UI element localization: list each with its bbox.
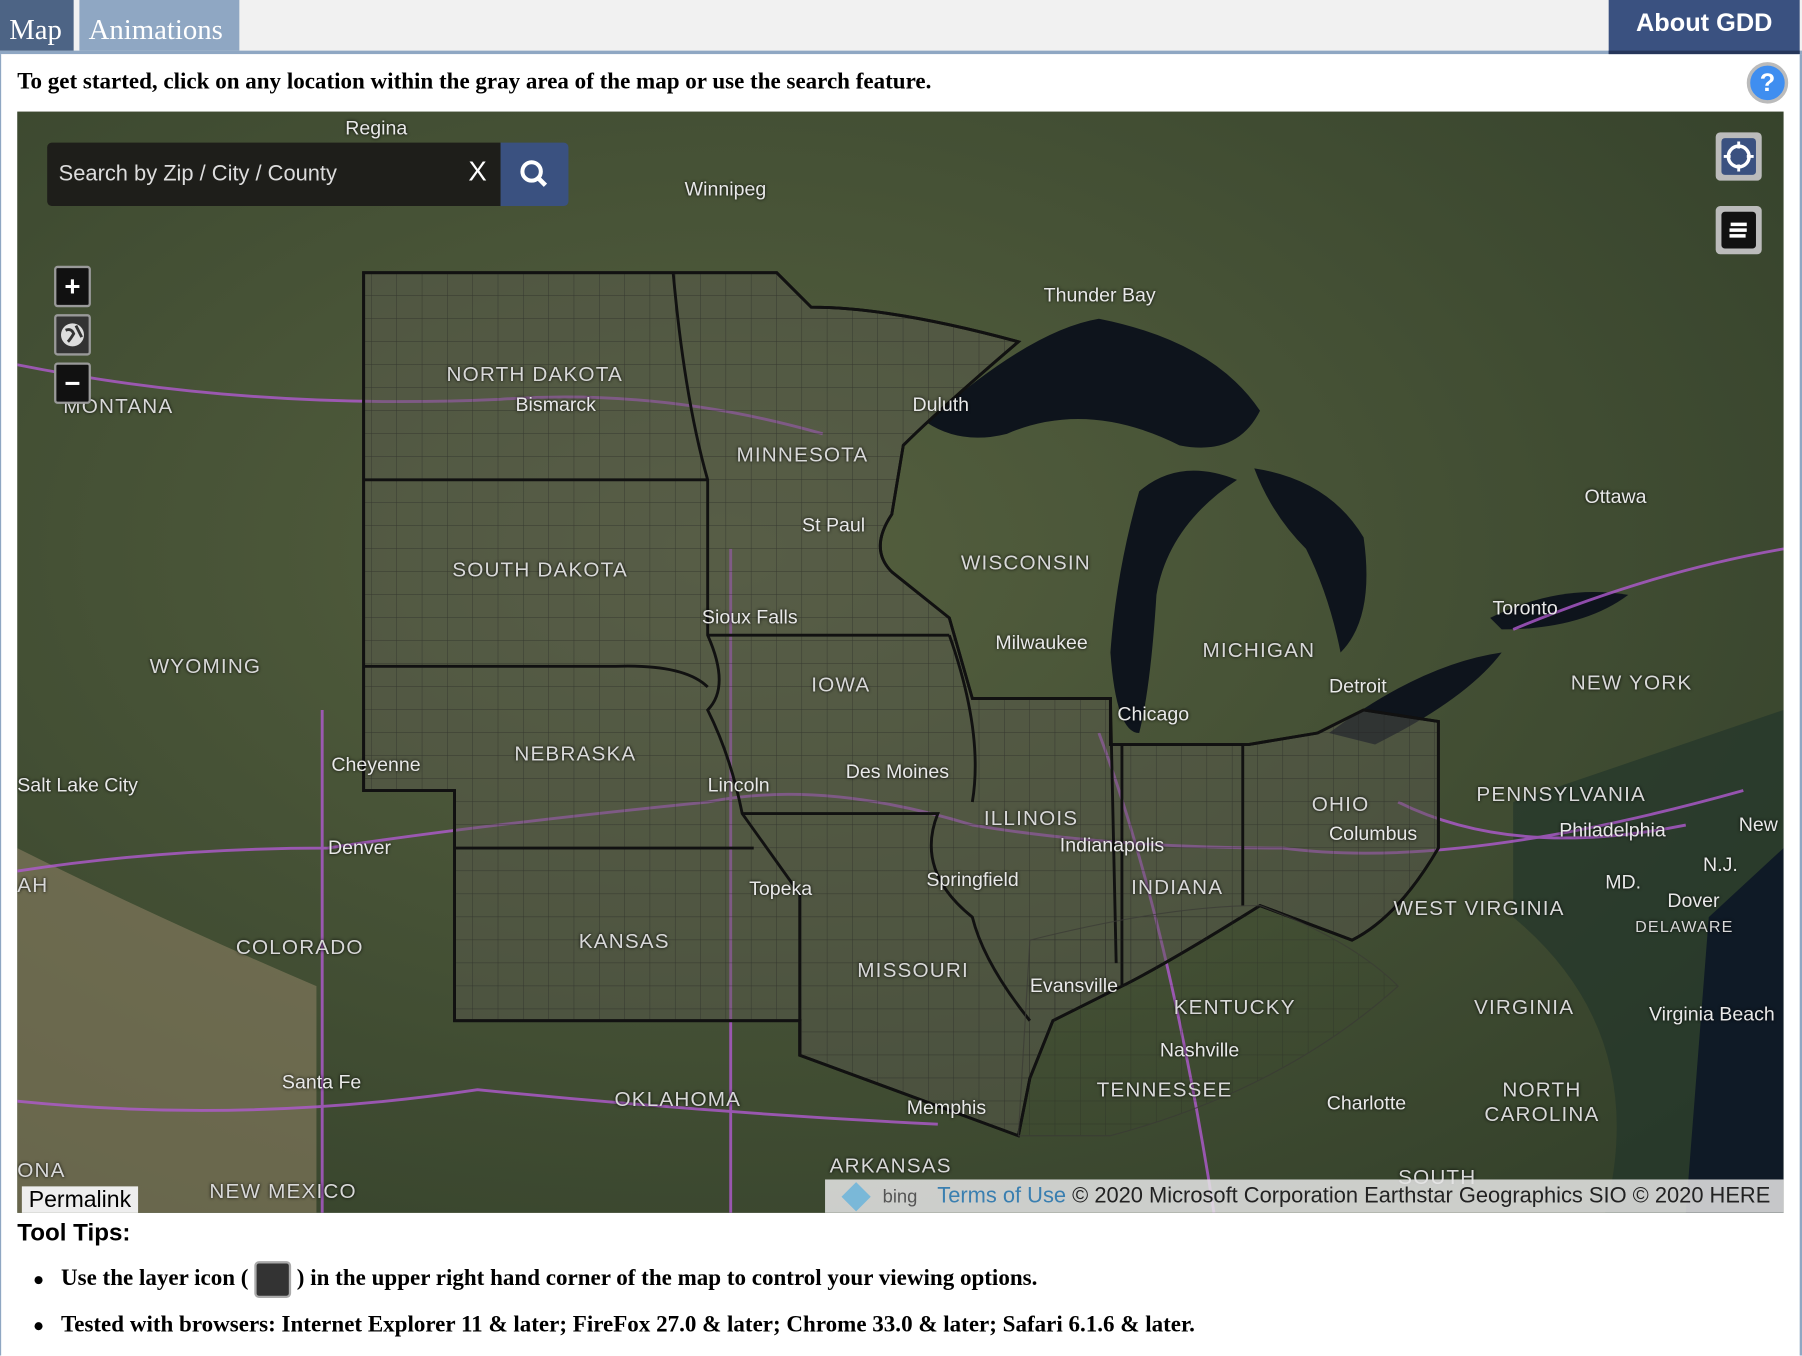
state-label: VIRGINIA <box>1474 995 1575 1019</box>
city-label: Memphis <box>906 1096 987 1119</box>
tip-text: Tested with browsers: Internet Explorer … <box>60 1311 1195 1338</box>
zoom-in-button[interactable]: + <box>54 265 91 308</box>
state-label: WEST VIRGINIA <box>1393 896 1565 920</box>
state-label: OKLAHOMA <box>614 1087 742 1111</box>
city-label: Philadelphia <box>1559 819 1666 842</box>
terms-of-use-link[interactable]: Terms of Use <box>937 1184 1066 1208</box>
zoom-out-button[interactable]: − <box>54 362 91 404</box>
permalink-link[interactable]: Permalink <box>21 1186 138 1213</box>
search-button[interactable] <box>500 142 569 206</box>
city-label: Des Moines <box>845 760 950 783</box>
state-label: DELAWARE <box>1635 917 1734 936</box>
tab-map[interactable]: Map <box>0 0 74 51</box>
intro-text: To get started, click on any location wi… <box>17 69 932 95</box>
layers-icon <box>254 1261 292 1298</box>
state-label: WYOMING <box>149 654 262 678</box>
state-label: NORTH CAROLINA <box>1484 1078 1600 1126</box>
bullet <box>34 1275 43 1284</box>
state-label: ILLINOIS <box>983 806 1079 830</box>
state-label: WISCONSIN <box>960 551 1091 575</box>
state-label: MISSOURI <box>857 958 969 982</box>
copyright-text: © 2020 Microsoft Corporation Earthstar G… <box>1072 1184 1771 1209</box>
layers-button[interactable] <box>1715 205 1762 255</box>
tool-tip-item: Tested with browsers: Internet Explorer … <box>34 1311 1195 1338</box>
city-label: N.J. <box>1703 853 1738 876</box>
city-label: Columbus <box>1329 822 1418 845</box>
state-label: COLORADO <box>235 935 364 959</box>
city-label: Topeka <box>749 877 813 900</box>
state-label: ARKANSAS <box>829 1154 952 1178</box>
tool-tip-item: Use the layer icon ( ) in the upper righ… <box>34 1261 1038 1298</box>
state-label: KANSAS <box>578 929 670 953</box>
state-label: MICHIGAN <box>1202 638 1316 662</box>
clear-search-button[interactable]: X <box>468 156 486 188</box>
search-icon <box>520 160 548 187</box>
city-label: Salt Lake City <box>17 774 138 797</box>
state-label: NEBRASKA <box>514 742 637 766</box>
layers-icon <box>1729 222 1747 238</box>
city-label: Detroit <box>1329 675 1387 698</box>
tab-animations[interactable]: Animations <box>79 0 240 51</box>
tool-tips-title: Tool Tips: <box>17 1219 131 1247</box>
city-label: Cheyenne <box>331 753 421 776</box>
state-label: NEW MEXICO <box>209 1179 357 1203</box>
city-label: Santa Fe <box>281 1071 362 1094</box>
city-label: Ottawa <box>1584 485 1647 508</box>
locate-button[interactable] <box>1715 132 1762 181</box>
tip-text: ) in the upper right hand corner of the … <box>296 1265 1038 1291</box>
city-label: Denver <box>327 836 392 859</box>
city-label: Charlotte <box>1326 1092 1407 1114</box>
state-label: KENTUCKY <box>1173 995 1296 1019</box>
city-label: Lincoln <box>707 774 770 797</box>
state-label: OHIO <box>1311 792 1370 816</box>
state-label: ONA <box>17 1158 66 1182</box>
city-label: Milwaukee <box>995 631 1088 654</box>
globe-icon <box>60 323 85 347</box>
tip-text: Use the layer icon ( <box>60 1265 249 1291</box>
city-label: Toronto <box>1492 597 1558 620</box>
state-label: IOWA <box>811 673 871 697</box>
globe-reset-button[interactable] <box>54 314 91 356</box>
city-label: Bismarck <box>515 393 596 416</box>
state-label: MINNESOTA <box>736 443 869 467</box>
city-label: Virginia Beach <box>1648 1003 1775 1026</box>
city-label: Dover <box>1667 889 1720 912</box>
locate-icon <box>1723 141 1754 172</box>
bing-logo-icon <box>841 1182 871 1212</box>
about-gdd-button[interactable]: About GDD <box>1608 0 1800 55</box>
city-label: Sioux Falls <box>701 606 798 629</box>
city-label: St Paul <box>802 514 866 537</box>
search-box: X <box>47 142 501 206</box>
bing-logo: bing <box>882 1187 918 1208</box>
map[interactable]: Winnipeg Regina Thunder Bay Duluth Bisma… <box>17 111 1784 1213</box>
state-label: INDIANA <box>1131 875 1224 899</box>
bullet <box>34 1322 43 1331</box>
state-label: TENNESSEE <box>1096 1078 1233 1102</box>
top-bar: Map Animations About GDD <box>0 0 1802 55</box>
state-label: AH <box>17 873 49 897</box>
city-label: Nashville <box>1159 1039 1240 1061</box>
search-input[interactable] <box>56 156 453 194</box>
map-canvas <box>17 111 1784 1213</box>
state-label: PENNSYLVANIA <box>1476 782 1646 806</box>
city-label: Springfield <box>926 868 1019 891</box>
state-label: SOUTH DAKOTA <box>452 558 628 582</box>
city-label: New <box>1738 813 1778 836</box>
city-label: Regina <box>345 117 408 140</box>
map-attribution: bing Terms of Use © 2020 Microsoft Corpo… <box>825 1179 1784 1213</box>
city-label: Duluth <box>912 393 970 416</box>
city-label: Winnipeg <box>684 178 767 201</box>
state-label: NEW YORK <box>1570 670 1693 694</box>
city-label: Chicago <box>1117 703 1190 725</box>
city-label: Indianapolis <box>1059 834 1165 857</box>
city-label: Thunder Bay <box>1043 284 1156 307</box>
city-label: MD. <box>1605 871 1642 893</box>
help-icon[interactable]: ? <box>1746 62 1789 104</box>
city-label: Evansville <box>1029 974 1118 997</box>
state-label: NORTH DAKOTA <box>446 362 623 386</box>
